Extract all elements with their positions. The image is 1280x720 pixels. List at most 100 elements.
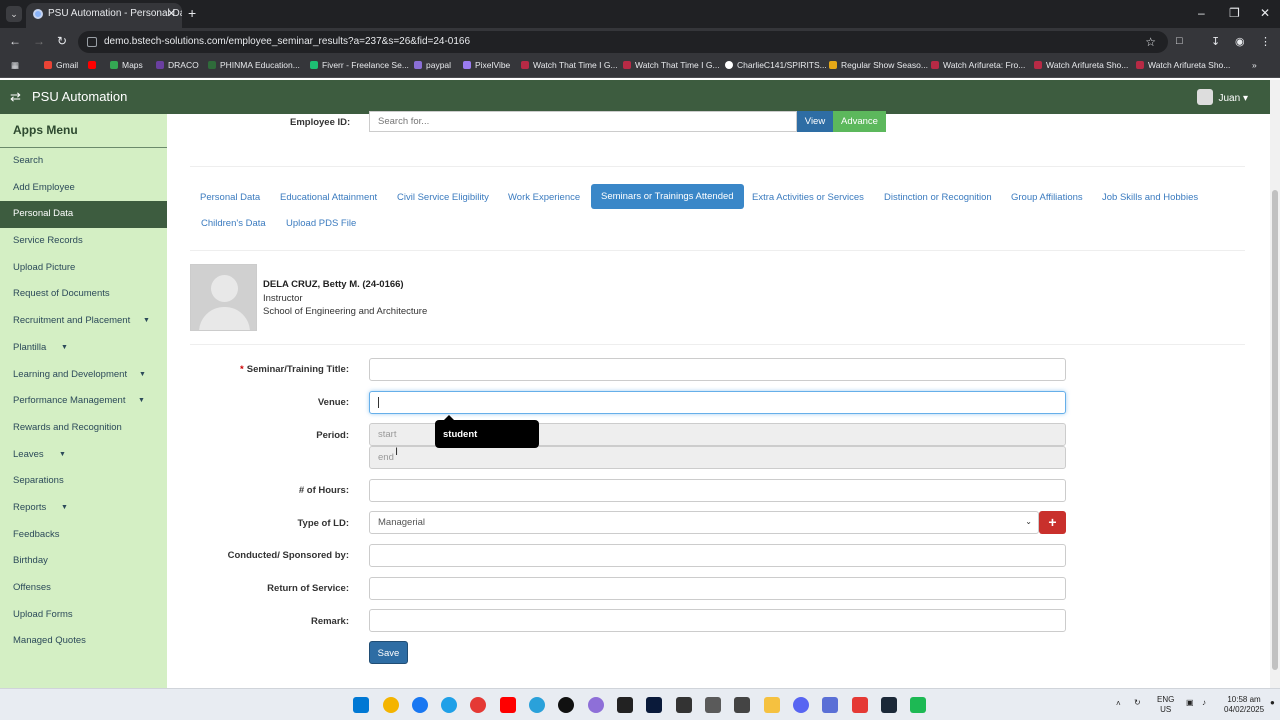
sidebar-item-performance[interactable]: Performance Management ▼ [0, 388, 167, 415]
tray-overflow-icon[interactable]: ˄ [1116, 699, 1121, 709]
tab-educational-attainment[interactable]: Educational Attainment [280, 192, 377, 203]
chrome-icon[interactable] [383, 697, 399, 713]
tab-group-affiliations[interactable]: Group Affiliations [1011, 192, 1083, 203]
extensions-icon[interactable]: □ [1176, 35, 1183, 47]
discord-icon[interactable] [793, 697, 809, 713]
sync-icon[interactable]: ↻ [1134, 698, 1141, 708]
bookmark-star-icon[interactable]: ☆ [1145, 31, 1156, 53]
scroll-thumb[interactable] [1272, 190, 1278, 670]
bookmark-arifureta-3[interactable]: Watch Arifureta Sho... [1136, 60, 1230, 70]
bookmarks-overflow-icon[interactable]: » [1252, 60, 1257, 70]
restore-icon[interactable]: ❐ [1229, 6, 1240, 20]
app-icon[interactable] [705, 697, 721, 713]
tab-close-icon[interactable]: ✕ [167, 3, 176, 25]
tab-search-icon[interactable]: ⌄ [6, 6, 22, 22]
app-icon[interactable] [588, 697, 604, 713]
bookmark-watch-2[interactable]: Watch That Time I G... [623, 60, 720, 70]
page-scrollbar[interactable] [1270, 80, 1280, 688]
sidebar-item-plantilla[interactable]: Plantilla ▼ [0, 335, 167, 362]
browser-tab[interactable]: PSU Automation - Personal Dat ✕ [26, 3, 182, 28]
user-menu[interactable]: Juan ▾ [1196, 89, 1248, 105]
bookmark-github[interactable]: CharlieC141/SPIRITS... [725, 60, 827, 70]
sidebar-item-service-records[interactable]: Service Records [0, 228, 167, 255]
start-icon[interactable] [353, 697, 369, 713]
swap-icon[interactable]: ⇄ [10, 89, 21, 105]
unity-icon[interactable] [734, 697, 750, 713]
bookmark-draco[interactable]: DRACO [156, 60, 199, 70]
music-icon[interactable] [470, 697, 486, 713]
seminar-title-input[interactable] [369, 358, 1066, 381]
sidebar-item-upload-forms[interactable]: Upload Forms [0, 602, 167, 629]
minimize-icon[interactable]: – [1198, 6, 1205, 20]
forward-icon[interactable]: → [33, 34, 45, 48]
tab-childrens-data[interactable]: Children's Data [201, 218, 266, 229]
add-type-button[interactable]: + [1039, 511, 1066, 534]
site-info-icon[interactable] [87, 37, 97, 47]
autocomplete-suggestion[interactable]: student [435, 415, 539, 448]
photoshop-icon[interactable] [646, 697, 662, 713]
tab-personal-data[interactable]: Personal Data [200, 192, 260, 203]
bookmark-fiverr[interactable]: Fiverr - Freelance Se... [310, 60, 409, 70]
address-bar[interactable]: demo.bstech-solutions.com/employee_semin… [78, 31, 1168, 53]
bookmark-phinma[interactable]: PHINMA Education... [208, 60, 300, 70]
sidebar-item-add-employee[interactable]: Add Employee [0, 175, 167, 202]
bookmark-youtube[interactable] [88, 60, 100, 70]
clock[interactable]: 10:58 am 04/02/2025 [1224, 695, 1264, 715]
app-icon[interactable] [617, 697, 633, 713]
tab-civil-service[interactable]: Civil Service Eligibility [397, 192, 489, 203]
language-indicator[interactable]: ENG US [1157, 695, 1174, 715]
tab-distinction[interactable]: Distinction or Recognition [884, 192, 992, 203]
sidebar-item-managed-quotes[interactable]: Managed Quotes [0, 628, 167, 655]
sidebar-item-separations[interactable]: Separations [0, 468, 167, 495]
edge-icon[interactable] [441, 697, 457, 713]
tab-upload-pds[interactable]: Upload PDS File [286, 218, 356, 229]
new-tab-icon[interactable]: + [188, 5, 196, 21]
back-icon[interactable]: ← [9, 34, 21, 48]
sidebar-item-recruitment[interactable]: Recruitment and Placement ▼ [0, 308, 167, 335]
employee-id-input[interactable] [369, 111, 797, 132]
sidebar-item-upload-picture[interactable]: Upload Picture [0, 255, 167, 282]
advance-button[interactable]: Advance [833, 111, 886, 132]
sidebar-item-search[interactable]: Search [0, 148, 167, 175]
file-explorer-icon[interactable] [764, 697, 780, 713]
sidebar-item-birthday[interactable]: Birthday [0, 548, 167, 575]
bookmark-arifureta-2[interactable]: Watch Arifureta Sho... [1034, 60, 1128, 70]
bookmark-regular-show[interactable]: Regular Show Seaso... [829, 60, 928, 70]
steam-icon[interactable] [881, 697, 897, 713]
youtube-icon[interactable] [500, 697, 516, 713]
download-icon[interactable]: ↧ [1211, 35, 1220, 48]
sidebar-item-rewards[interactable]: Rewards and Recognition [0, 415, 167, 442]
tab-extra-activities[interactable]: Extra Activities or Services [752, 192, 864, 203]
bookmark-arifureta-1[interactable]: Watch Arifureta: Fro... [931, 60, 1025, 70]
volume-icon[interactable]: ♪ [1202, 698, 1206, 708]
sidebar-item-leaves[interactable]: Leaves ▼ [0, 442, 167, 469]
sidebar-item-feedbacks[interactable]: Feedbacks [0, 522, 167, 549]
remark-input[interactable] [369, 609, 1066, 632]
bookmark-paypal[interactable]: paypal [414, 60, 451, 70]
profile-icon[interactable]: ◉ [1235, 35, 1245, 48]
conducted-input[interactable] [369, 544, 1066, 567]
sidebar-item-personal-data[interactable]: Personal Data [0, 201, 167, 229]
app-icon[interactable] [852, 697, 868, 713]
menu-icon[interactable]: ⋮ [1260, 35, 1271, 48]
sidebar-item-offenses[interactable]: Offenses [0, 575, 167, 602]
view-button[interactable]: View [797, 111, 833, 132]
hours-input[interactable] [369, 479, 1066, 502]
sidebar-item-learning[interactable]: Learning and Development ▼ [0, 362, 167, 389]
tiktok-icon[interactable] [558, 697, 574, 713]
sidebar-item-reports[interactable]: Reports ▼ [0, 495, 167, 522]
bookmark-pixelvibe[interactable]: PixelVibe [463, 60, 510, 70]
tab-seminars[interactable]: Seminars or Trainings Attended [591, 184, 744, 209]
save-button[interactable]: Save [369, 641, 408, 664]
bookmark-maps[interactable]: Maps [110, 60, 143, 70]
network-icon[interactable]: ▣ [1186, 698, 1194, 708]
app-icon[interactable] [910, 697, 926, 713]
tab-work-experience[interactable]: Work Experience [508, 192, 580, 203]
close-window-icon[interactable]: ✕ [1260, 6, 1270, 20]
app-icon[interactable] [676, 697, 692, 713]
tab-job-skills[interactable]: Job Skills and Hobbies [1102, 192, 1198, 203]
notification-icon[interactable]: ● [1270, 698, 1275, 708]
reload-icon[interactable]: ↻ [57, 34, 67, 48]
bookmark-gmail[interactable]: Gmail [44, 60, 78, 70]
period-end-input[interactable]: end [369, 446, 1066, 469]
